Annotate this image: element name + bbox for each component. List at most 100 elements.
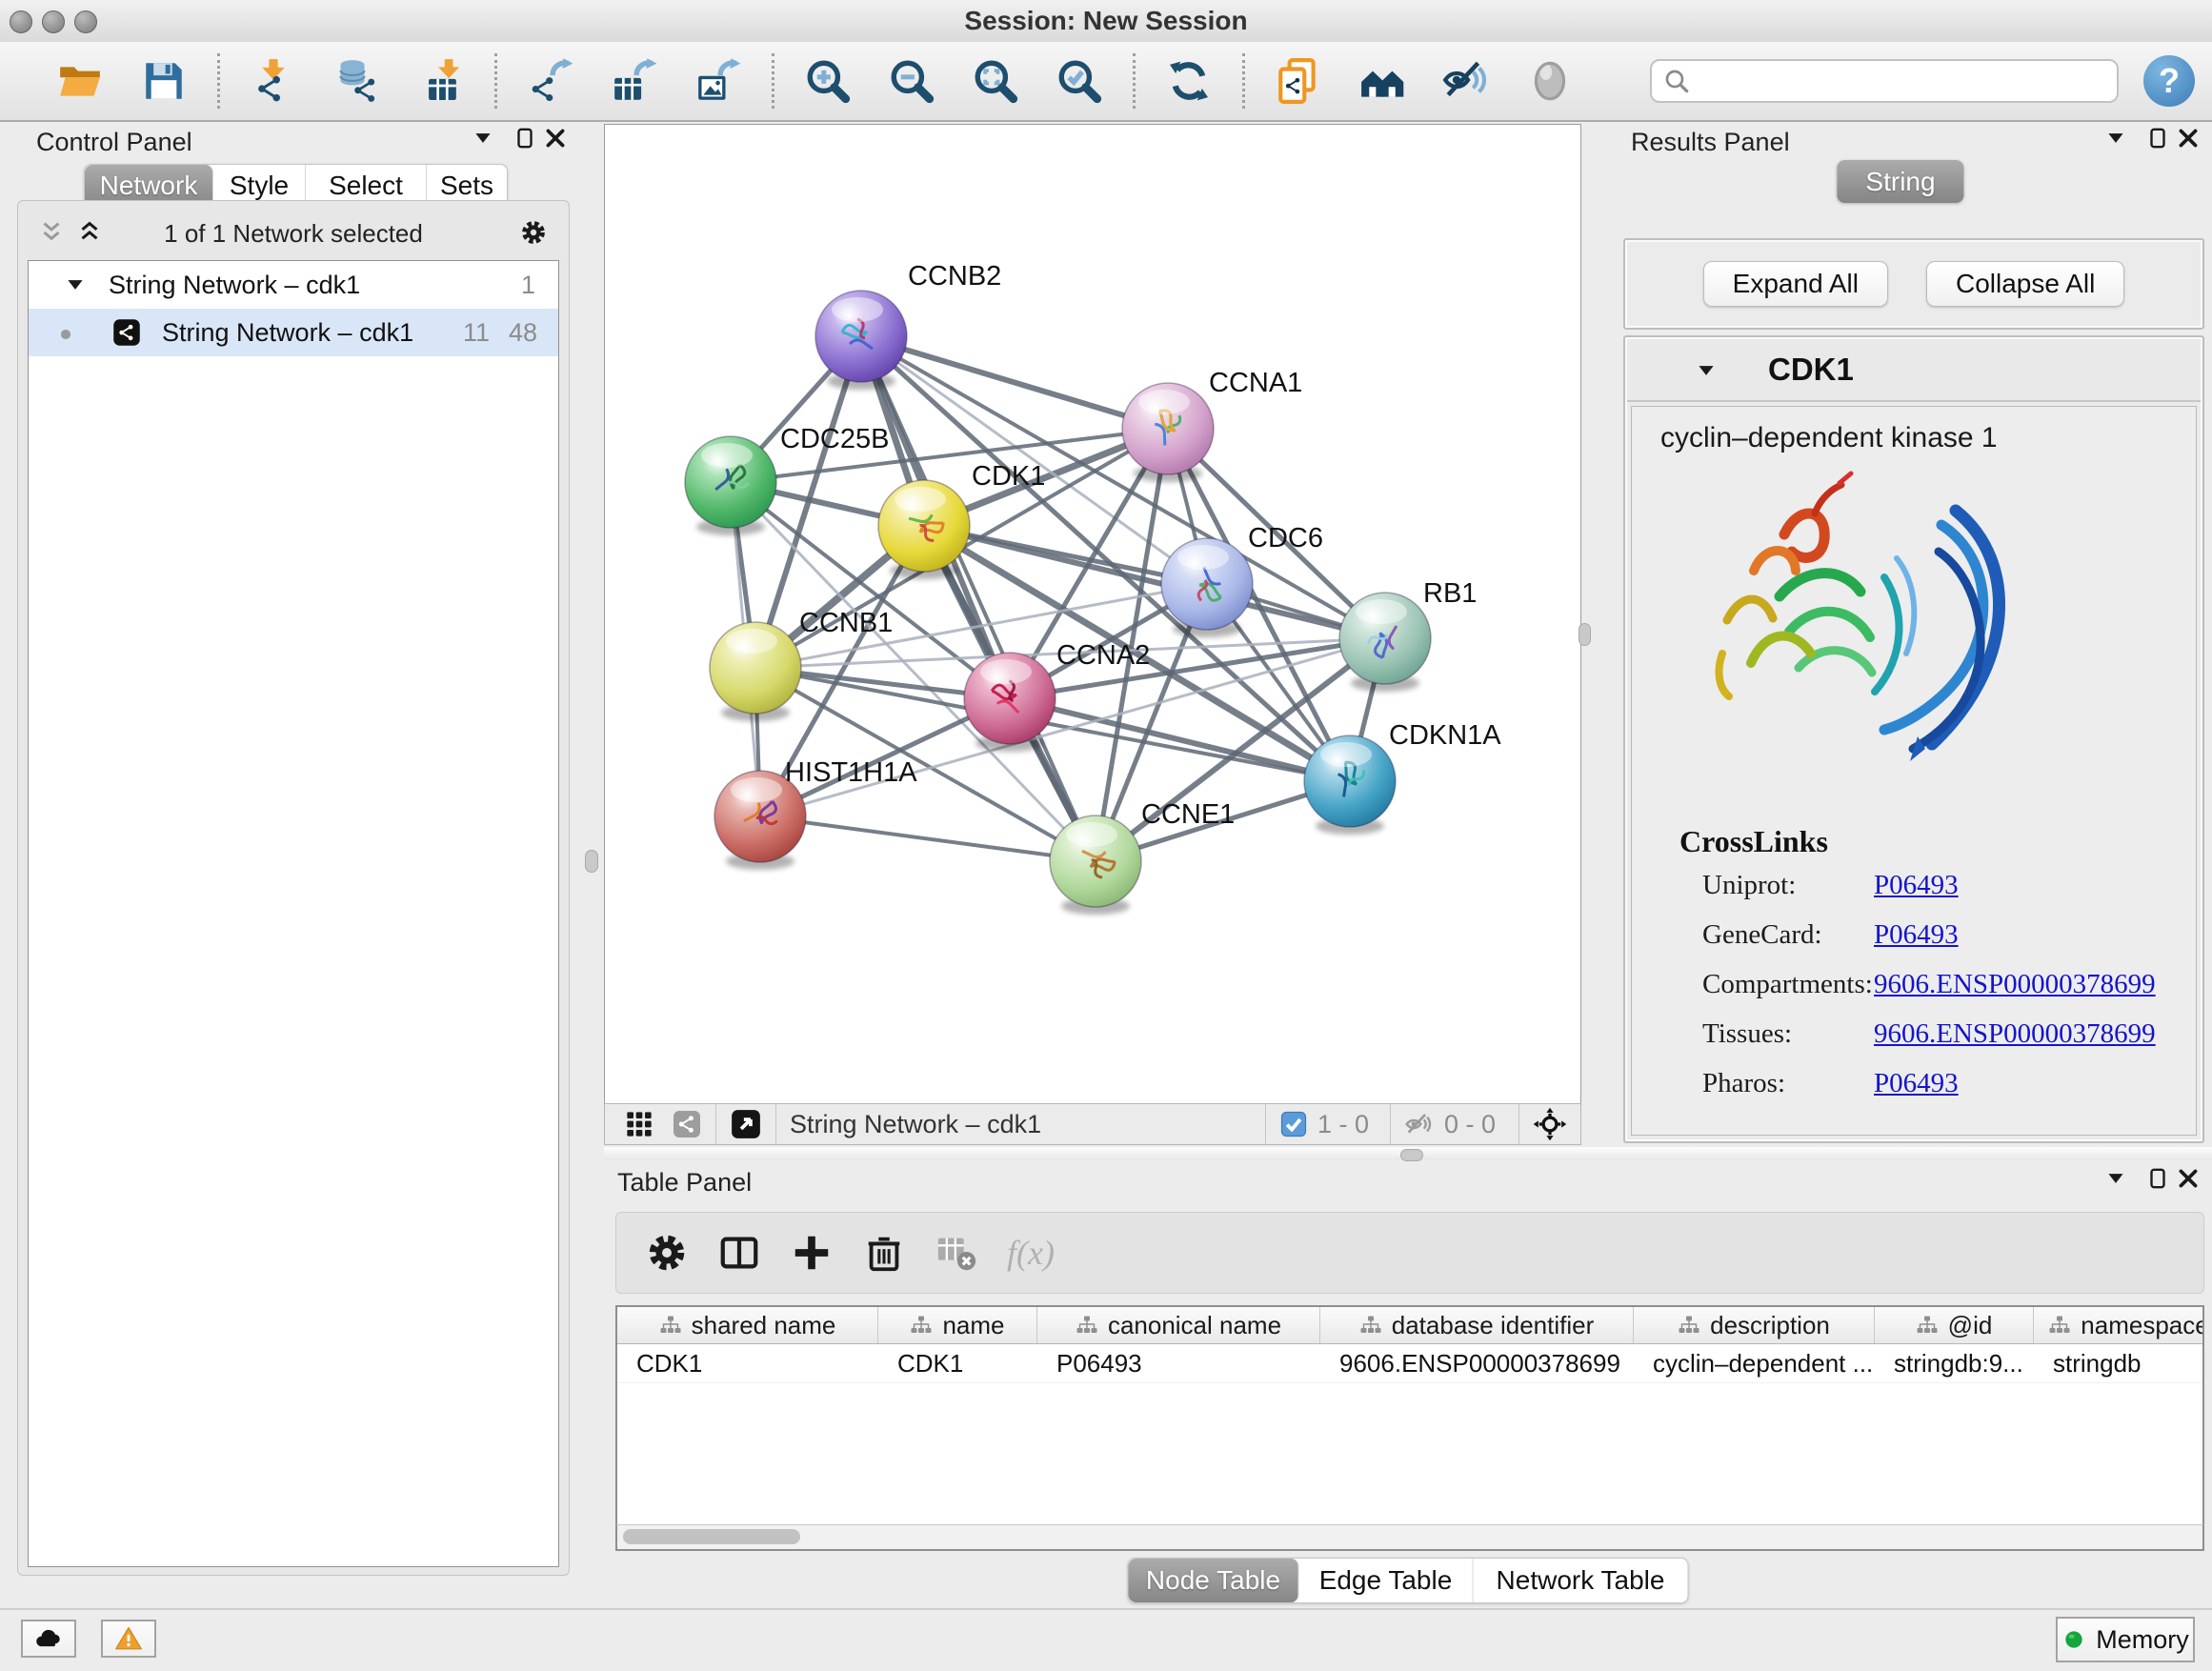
table-cell[interactable]: P06493 [1037,1344,1320,1382]
export-table-icon[interactable] [611,57,658,105]
control-panel-float-icon[interactable] [513,126,537,151]
warnings-button[interactable] [101,1620,156,1658]
zoom-out-icon[interactable] [888,57,935,105]
left-splitter-handle[interactable] [585,850,598,873]
bottom-splitter-handle[interactable] [1400,1149,1423,1161]
export-network-icon[interactable] [527,57,574,105]
zoom-selected-icon[interactable] [1056,57,1103,105]
network-row[interactable]: String Network – cdk1 11 48 [29,309,558,356]
table-panel-float-icon[interactable] [2145,1166,2170,1191]
detach-view-icon[interactable] [730,1108,762,1140]
tab-string[interactable]: String [1837,160,1963,203]
table-cell[interactable]: cyclin–dependent ... [1634,1344,1875,1382]
tab-edge-table[interactable]: Edge Table [1299,1559,1474,1602]
import-table-icon[interactable] [417,57,465,105]
table-cell[interactable]: stringdb [2034,1344,2204,1382]
table-cell[interactable]: 9606.ENSP00000378699 [1320,1344,1634,1382]
hide-panels-icon[interactable] [1442,57,1490,105]
svg-text:CDKN1A: CDKN1A [1389,720,1501,751]
gene-expander-icon[interactable] [1694,358,1719,383]
network-node-CDC25B[interactable] [685,436,776,535]
zoom-fit-icon[interactable] [972,57,1019,105]
table-row[interactable]: CDK1CDK1P064939606.ENSP00000378699cyclin… [617,1344,2202,1383]
node-table[interactable]: shared namenamecanonical namedatabase id… [615,1305,2204,1551]
save-session-icon[interactable] [140,57,188,105]
export-image-icon[interactable] [694,57,742,105]
control-panel-menu-icon[interactable] [471,126,495,151]
collection-label: String Network – cdk1 [109,261,360,309]
svg-text:CCNA2: CCNA2 [1056,640,1150,671]
network-node-CCNA1[interactable] [1122,383,1214,482]
show-columns-icon[interactable] [717,1231,761,1275]
column-header-name[interactable]: name [878,1307,1037,1343]
network-overview-icon[interactable] [672,1109,702,1139]
zoom-in-icon[interactable] [804,57,852,105]
column-header-shared-name[interactable]: shared name [617,1307,878,1343]
column-type-icon [1678,1314,1700,1337]
tab-network-table[interactable]: Network Table [1474,1559,1688,1602]
help-button[interactable]: ? [2143,55,2195,107]
column-header-description[interactable]: description [1634,1307,1875,1343]
table-hscrollbar-thumb[interactable] [623,1529,800,1544]
search-icon [1661,66,1692,96]
search-input[interactable] [1692,62,2117,100]
network-tree: String Network – cdk1 1 String Network –… [28,260,559,1567]
crosslink-link[interactable]: 9606.ENSP00000378699 [1874,1018,2156,1050]
crosslink-link[interactable]: P06493 [1874,1068,1959,1099]
network-node-RB1[interactable] [1339,593,1431,692]
hidden-items-icon[interactable] [1404,1109,1435,1139]
results-panel-close-icon[interactable] [2176,126,2201,151]
memory-label: Memory [2096,1625,2189,1655]
crosslink-label: GeneCard: [1702,919,1822,951]
crosslink-link[interactable]: 9606.ENSP00000378699 [1874,969,2156,1000]
grid-view-icon[interactable] [624,1109,654,1139]
collapse-all-button[interactable]: Collapse All [1926,261,2124,307]
table-cell[interactable]: CDK1 [878,1344,1037,1382]
control-panel-close-icon[interactable] [543,126,568,151]
expand-all-button[interactable]: Expand All [1703,261,1888,307]
gene-entry-header[interactable]: CDK1 [1627,339,2201,402]
network-node-CDKN1A[interactable] [1304,735,1396,835]
network-options-gear-icon[interactable] [519,218,548,247]
crosslink-label: Uniprot: [1702,870,1796,901]
show-panel-icon[interactable] [1526,57,1574,105]
table-header-row: shared namenamecanonical namedatabase id… [617,1307,2202,1344]
search-box[interactable] [1650,59,2119,103]
import-network-icon[interactable] [250,57,297,105]
column-header-canonical-name[interactable]: canonical name [1037,1307,1320,1343]
table-options-gear-icon[interactable] [645,1231,689,1275]
crosslink-link[interactable]: P06493 [1874,870,1959,901]
import-database-icon[interactable] [333,57,381,105]
crosslink-link[interactable]: P06493 [1874,919,1959,951]
refresh-icon[interactable] [1165,57,1213,105]
table-panel-close-icon[interactable] [2176,1166,2201,1191]
toolbar-divider [494,53,497,109]
table-cell[interactable]: CDK1 [617,1344,878,1382]
clone-network-icon[interactable] [1275,57,1322,105]
delete-column-icon[interactable] [862,1231,906,1275]
column-header-namespace[interactable]: namespace [2034,1307,2204,1343]
cloud-button[interactable] [21,1620,76,1658]
table-hscrollbar[interactable] [615,1524,2204,1551]
gene-name: CDK1 [1768,339,1854,400]
tab-node-table[interactable]: Node Table [1129,1559,1299,1602]
column-header-@id[interactable]: @id [1875,1307,2034,1343]
table-cell[interactable]: stringdb:9... [1875,1344,2034,1382]
network-node-CCNB1[interactable] [710,622,801,721]
collection-expander-icon[interactable] [63,272,88,297]
network-collection-row[interactable]: String Network – cdk1 1 [29,261,558,309]
gene-entry-content: cyclin–dependent kinase 1 CrossLinks Uni… [1631,406,2197,1136]
network-canvas[interactable]: CCNB2CCNA1CDC25BCDK1CDC6RB1CCNB1CCNA2CDK… [604,124,1581,1105]
svg-text:HIST1H1A: HIST1H1A [785,757,917,788]
open-session-icon[interactable] [56,57,104,105]
fit-content-icon[interactable] [1533,1107,1567,1141]
results-panel-float-icon[interactable] [2145,126,2170,151]
memory-button[interactable]: Memory [2056,1617,2195,1662]
results-panel-menu-icon[interactable] [2103,126,2128,151]
selected-items-checkbox-icon[interactable] [1279,1110,1308,1138]
column-header-database-identifier[interactable]: database identifier [1320,1307,1634,1343]
network-node-CCNE1[interactable] [1050,815,1141,915]
home-icon[interactable] [1358,57,1406,105]
add-column-icon[interactable] [790,1231,834,1275]
table-panel-menu-icon[interactable] [2103,1166,2128,1191]
